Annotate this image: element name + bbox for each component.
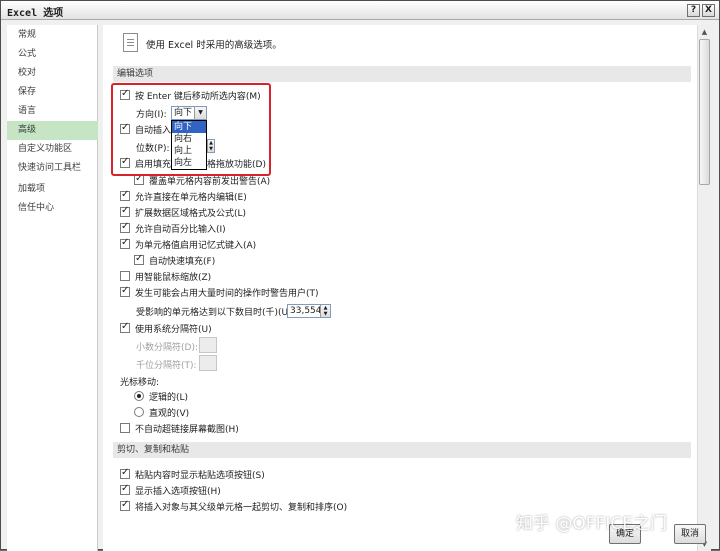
no-auto-hyperlink-checkbox[interactable]: [120, 423, 130, 433]
cursor-move-label: 光标移动:: [120, 377, 160, 388]
highlight-annotation: [111, 83, 271, 176]
cursor-logical-label: 逻辑的(L): [149, 392, 189, 403]
sort-with-parent-option[interactable]: 将插入对象与其父级单元格一起剪切、复制和排序(O): [120, 499, 347, 513]
paste-button-option[interactable]: 粘贴内容时显示粘贴选项按钮(S): [120, 467, 265, 481]
sort-with-parent-checkbox[interactable]: [120, 499, 130, 511]
section-edit-options: 编辑选项: [113, 66, 691, 82]
extend-formats-option[interactable]: 扩展数据区域格式及公式(L): [120, 205, 246, 219]
autocomplete-label: 为单元格值启用记忆式键入(A): [135, 240, 257, 251]
no-auto-hyperlink-label: 不自动超链接屏幕截图(H): [135, 424, 239, 435]
scroll-up-icon[interactable]: ▲: [698, 25, 711, 39]
sidebar-item-general[interactable]: 常规: [7, 26, 98, 45]
sidebar-item-quick-access[interactable]: 快速访问工具栏: [7, 159, 98, 178]
sidebar-item-formulas[interactable]: 公式: [7, 45, 98, 64]
help-button[interactable]: ?: [687, 4, 700, 17]
close-button[interactable]: X: [702, 4, 715, 17]
flash-fill-label: 自动快速填充(F): [149, 256, 216, 267]
direct-edit-option[interactable]: 允许直接在单元格内编辑(E): [120, 189, 247, 203]
zoom-roll-checkbox[interactable]: [120, 271, 130, 281]
sidebar-item-add-ins[interactable]: 加载项: [7, 180, 98, 199]
alert-slow-checkbox[interactable]: [120, 285, 130, 297]
zoom-roll-option[interactable]: 用智能鼠标缩放(Z): [120, 269, 211, 283]
auto-percent-option[interactable]: 允许自动百分比输入(I): [120, 221, 226, 235]
auto-percent-label: 允许自动百分比输入(I): [135, 224, 226, 235]
sidebar-item-save[interactable]: 保存: [7, 83, 98, 102]
window-title: Excel 选项: [7, 8, 64, 19]
cursor-visual-label: 直观的(V): [149, 408, 190, 419]
sidebar-item-proofing[interactable]: 校对: [7, 64, 98, 83]
thousands-separator-label: 千位分隔符(T):: [136, 360, 197, 371]
extend-formats-label: 扩展数据区域格式及公式(L): [135, 208, 247, 219]
sidebar-item-customize-ribbon[interactable]: 自定义功能区: [7, 140, 98, 159]
cells-affected-value: 33,554: [290, 306, 322, 316]
cancel-button[interactable]: 取消: [674, 524, 706, 544]
cursor-logical-radio[interactable]: [134, 391, 144, 401]
autocomplete-option[interactable]: 为单元格值启用记忆式键入(A): [120, 237, 256, 251]
intro-text: 使用 Excel 时采用的高级选项。: [146, 40, 282, 51]
decimal-separator-label: 小数分隔符(D):: [136, 342, 198, 353]
insert-button-label: 显示插入选项按钮(H): [135, 486, 221, 497]
sidebar-item-advanced[interactable]: 高级: [7, 121, 98, 140]
cells-affected-label: 受影响的单元格达到以下数目时(千)(U):: [136, 307, 295, 318]
insert-button-checkbox[interactable]: [120, 483, 130, 495]
autocomplete-checkbox[interactable]: [120, 237, 130, 249]
decimal-separator-input[interactable]: [199, 337, 217, 353]
direct-edit-checkbox[interactable]: [120, 189, 130, 201]
alert-slow-label: 发生可能会占用大量时间的操作时警告用户(T): [135, 288, 319, 299]
zoom-roll-label: 用智能鼠标缩放(Z): [135, 272, 212, 283]
insert-button-option[interactable]: 显示插入选项按钮(H): [120, 483, 221, 497]
sidebar-item-trust-center[interactable]: 信任中心: [7, 199, 98, 218]
flash-fill-checkbox[interactable]: [134, 253, 144, 265]
scrollbar-thumb[interactable]: [699, 39, 710, 185]
sidebar: 常规 公式 校对 保存 语言 高级 自定义功能区 快速访问工具栏 加载项 信任中…: [7, 25, 98, 551]
watermark: 知乎 @OFFICE之门: [516, 514, 667, 534]
paste-button-label: 粘贴内容时显示粘贴选项按钮(S): [135, 470, 265, 481]
vertical-scrollbar[interactable]: ▲ ▼: [697, 25, 711, 551]
system-separators-label: 使用系统分隔符(U): [135, 324, 212, 335]
no-auto-hyperlink-option[interactable]: 不自动超链接屏幕截图(H): [120, 421, 239, 435]
auto-percent-checkbox[interactable]: [120, 221, 130, 233]
extend-formats-checkbox[interactable]: [120, 205, 130, 217]
cells-affected-spinner[interactable]: 33,554 ▲ ▼: [287, 304, 331, 318]
cursor-visual-radio[interactable]: [134, 407, 144, 417]
flash-fill-option[interactable]: 自动快速填充(F): [134, 253, 215, 267]
sidebar-item-language[interactable]: 语言: [7, 102, 98, 121]
cursor-visual-option[interactable]: 直观的(V): [134, 405, 189, 419]
thousands-separator-input[interactable]: [199, 355, 217, 371]
overwrite-warning-checkbox[interactable]: [134, 173, 144, 185]
excel-options-dialog: Excel 选项 ? X 常规 公式 校对 保存 语言 高级 自定义功能区 快速…: [0, 0, 720, 551]
cursor-logical-option[interactable]: 逻辑的(L): [134, 389, 188, 403]
sort-with-parent-label: 将插入对象与其父级单元格一起剪切、复制和排序(O): [135, 502, 348, 513]
alert-slow-option[interactable]: 发生可能会占用大量时间的操作时警告用户(T): [120, 285, 319, 299]
document-icon: [123, 33, 138, 52]
system-separators-option[interactable]: 使用系统分隔符(U): [120, 321, 212, 335]
direct-edit-label: 允许直接在单元格内编辑(E): [135, 192, 247, 203]
paste-button-checkbox[interactable]: [120, 467, 130, 479]
spinner-arrows-icon[interactable]: ▲ ▼: [320, 305, 330, 317]
section-cut-copy-paste: 剪切、复制和粘贴: [113, 442, 691, 458]
title-bar: Excel 选项 ? X: [1, 1, 719, 20]
system-separators-checkbox[interactable]: [120, 321, 130, 333]
